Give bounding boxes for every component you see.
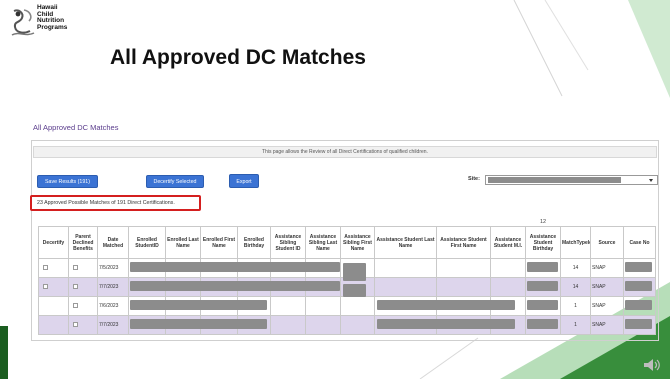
column-header[interactable]: Assistance Sibling Last Name <box>305 226 341 259</box>
redacted-field <box>527 262 558 272</box>
column-header[interactable]: Decertify <box>38 226 69 259</box>
column-count-label: 12 <box>525 218 561 227</box>
column-header[interactable]: Assistance Sibling First Name <box>340 226 375 259</box>
save-results-button[interactable]: Save Results (191) <box>37 175 98 188</box>
date-matched: 7/6/2023 <box>97 296 129 316</box>
redacted-field <box>343 284 366 297</box>
logo-emblem <box>11 9 35 36</box>
column-header[interactable]: Assistance Student M.I. <box>490 226 526 259</box>
column-header[interactable]: Enrolled Last Name <box>165 226 201 259</box>
redacted-field <box>130 262 340 272</box>
slide: Hawaii Child Nutrition Programs All Appr… <box>0 0 670 379</box>
match-type-id: 1 <box>560 315 591 335</box>
table-filter-row: 12 <box>38 218 656 227</box>
source: SNAP <box>590 258 624 278</box>
logo-line: Programs <box>37 23 68 31</box>
speaker-icon[interactable] <box>642 357 662 373</box>
column-header[interactable]: Enrolled Birthday <box>237 226 271 259</box>
date-matched: 7/5/2023 <box>97 258 129 278</box>
date-matched: 7/7/2023 <box>97 315 129 335</box>
column-header[interactable]: Enrolled StudentID <box>128 226 166 259</box>
redacted-field <box>527 300 558 310</box>
date-matched: 7/7/2023 <box>97 277 129 297</box>
parent-declined-checkbox[interactable] <box>73 322 78 328</box>
match-type-id: 14 <box>560 277 591 297</box>
redacted-field <box>130 300 267 310</box>
source: SNAP <box>590 315 624 335</box>
redacted-field <box>527 319 558 329</box>
redacted-field <box>527 281 558 291</box>
site-label: Site: <box>468 176 480 182</box>
chevron-down-icon <box>649 179 653 182</box>
column-header[interactable]: Assistance Student First Name <box>436 226 491 259</box>
redacted-field <box>488 177 621 183</box>
column-header[interactable]: Source <box>590 226 624 259</box>
match-type-id: 1 <box>560 296 591 316</box>
redacted-field <box>343 263 366 281</box>
info-banner: This page allows the Review of all Direc… <box>33 146 657 158</box>
logo-text: Hawaii Child Nutrition Programs <box>37 4 68 31</box>
slide-title: All Approved DC Matches <box>110 46 366 69</box>
redacted-field <box>130 281 340 291</box>
redacted-field <box>625 281 652 291</box>
summary-highlight: 23 Approved Possible Matches of 191 Dire… <box>30 195 201 211</box>
redacted-field <box>130 319 267 329</box>
column-header[interactable]: Assistance Sibling Student ID <box>270 226 306 259</box>
column-header[interactable]: Assistance Student Birthday <box>525 226 561 259</box>
source: SNAP <box>590 277 624 297</box>
table-header-row: Decertify Parent Declined Benefits Date … <box>38 226 656 259</box>
match-type-id: 14 <box>560 258 591 278</box>
column-header[interactable]: Assistance Student Last Name <box>374 226 437 259</box>
redacted-field <box>625 300 652 310</box>
redacted-field <box>625 262 652 272</box>
redacted-field <box>377 300 515 310</box>
decertify-selected-button[interactable]: Decertify Selected <box>146 175 204 188</box>
column-header[interactable]: Parent Declined Benefits <box>68 226 98 259</box>
parent-declined-checkbox[interactable] <box>73 303 78 309</box>
decertify-checkbox[interactable] <box>43 284 48 290</box>
decertify-checkbox[interactable] <box>43 265 48 271</box>
column-header[interactable]: Enrolled First Name <box>200 226 238 259</box>
summary-text: 23 Approved Possible Matches of 191 Dire… <box>37 200 175 206</box>
parent-declined-checkbox[interactable] <box>73 265 78 271</box>
parent-declined-checkbox[interactable] <box>73 284 78 290</box>
export-button[interactable]: Export <box>229 174 259 188</box>
column-header[interactable]: Date Matched <box>97 226 129 259</box>
column-header[interactable]: MatchTypeId <box>560 226 591 259</box>
page-heading: All Approved DC Matches <box>33 123 119 132</box>
column-header[interactable]: Case No <box>623 226 656 259</box>
site-select[interactable] <box>485 175 658 185</box>
redacted-field <box>377 319 515 329</box>
source: SNAP <box>590 296 624 316</box>
redacted-field <box>625 319 652 329</box>
